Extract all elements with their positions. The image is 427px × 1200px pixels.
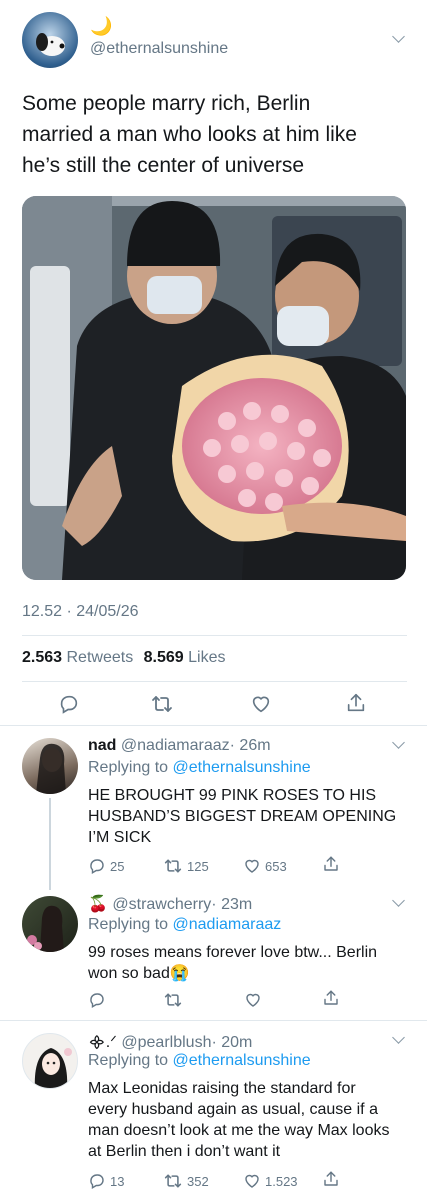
replying-to: Replying to @nadiamaraaz bbox=[88, 916, 281, 934]
photo-illustration bbox=[22, 196, 406, 580]
tweet-text-line: married a man who looks at him like bbox=[22, 123, 357, 146]
divider bbox=[0, 1020, 427, 1021]
replying-to: Replying to @ethernalsunshine bbox=[88, 1052, 311, 1070]
reply-text-line: 99 roses means forever love btw... Berli… bbox=[88, 944, 378, 961]
replying-to-link[interactable]: @ethernalsunshine bbox=[173, 759, 311, 776]
share-icon[interactable] bbox=[345, 692, 367, 714]
reply-name-emoji[interactable]: 🍒 bbox=[88, 896, 108, 913]
reply-text-line: HE BROUGHT 99 PINK ROSES TO HIS bbox=[88, 787, 377, 804]
reply-name-symbol[interactable]: ᯽.ᐟ bbox=[88, 1034, 117, 1051]
retweet-icon[interactable] bbox=[163, 991, 183, 1009]
reply-header: nad @nadiamaraaz· 26m bbox=[88, 737, 271, 755]
retweets-count[interactable]: 2.563 bbox=[22, 649, 62, 666]
replying-prefix: Replying to bbox=[88, 759, 169, 776]
share-icon[interactable] bbox=[322, 989, 340, 1007]
retweet-icon[interactable] bbox=[150, 693, 174, 715]
reply-count: 13 bbox=[110, 1174, 125, 1189]
tweet-text-line: he’s still the center of universe bbox=[22, 154, 305, 177]
divider bbox=[22, 681, 407, 682]
replying-prefix: Replying to bbox=[88, 916, 169, 933]
reply-text-line: won so bad😭 bbox=[88, 963, 377, 984]
share-icon[interactable] bbox=[322, 1170, 340, 1188]
thread-line bbox=[49, 798, 51, 890]
like-icon[interactable] bbox=[250, 693, 272, 715]
chevron-down-icon[interactable] bbox=[392, 736, 405, 749]
reply-text-line: at Berlin then i don’t want it bbox=[88, 1143, 281, 1160]
snoopy-avatar-icon bbox=[36, 33, 65, 56]
user-avatar-icon bbox=[34, 1048, 72, 1088]
reply-avatar[interactable] bbox=[22, 738, 78, 794]
tweet-stats: 2.563 Retweets 8.569 Likes bbox=[22, 649, 226, 667]
retweet-icon[interactable] bbox=[163, 857, 183, 875]
chevron-down-icon[interactable] bbox=[392, 30, 405, 43]
reply-handle[interactable]: @pearlblush bbox=[121, 1034, 211, 1051]
likes-label[interactable]: Likes bbox=[188, 649, 225, 666]
reply-text-line: Max Leonidas raising the standard for bbox=[88, 1080, 356, 1097]
like-count: 653 bbox=[265, 859, 287, 874]
user-avatar-icon bbox=[36, 743, 66, 794]
like-icon[interactable] bbox=[243, 857, 261, 875]
reply-text: HE BROUGHT 99 PINK ROSES TO HIS HUSBAND’… bbox=[88, 785, 396, 848]
reply-time[interactable]: · 20m bbox=[211, 1034, 252, 1051]
replying-to-link[interactable]: @ethernalsunshine bbox=[173, 1052, 311, 1069]
reply-handle[interactable]: @strawcherry bbox=[112, 896, 211, 913]
reply-text: Max Leonidas raising the standard for ev… bbox=[88, 1078, 389, 1162]
reply-text-line: man doesn’t look at me the way Max looks bbox=[88, 1122, 390, 1139]
tweet-text: Some people marry rich, Berlin married a… bbox=[22, 88, 357, 181]
like-icon[interactable] bbox=[244, 991, 262, 1009]
replying-prefix: Replying to bbox=[88, 1052, 169, 1069]
reply-header: 🍒 @strawcherry· 23m bbox=[88, 894, 252, 914]
crying-emoji: 😭 bbox=[169, 965, 190, 982]
reply-text-line: every husband again as usual, cause if a bbox=[88, 1101, 378, 1118]
reply-time[interactable]: · 26m bbox=[230, 737, 271, 754]
tweet-timestamp[interactable]: 12.52 · 24/05/26 bbox=[22, 603, 139, 621]
likes-count[interactable]: 8.569 bbox=[144, 649, 184, 666]
reply-icon[interactable] bbox=[58, 693, 80, 715]
reply-text: 99 roses means forever love btw... Berli… bbox=[88, 942, 377, 984]
reply-avatar[interactable] bbox=[22, 1033, 78, 1089]
reply-count: 25 bbox=[110, 859, 125, 874]
reply-header: ᯽.ᐟ @pearlblush· 20m bbox=[88, 1030, 252, 1052]
chevron-down-icon[interactable] bbox=[392, 894, 405, 907]
author-handle[interactable]: @ethernalsunshine bbox=[90, 40, 228, 58]
reply-handle[interactable]: @nadiamaraaz bbox=[121, 737, 230, 754]
like-count: 1.523 bbox=[265, 1174, 298, 1189]
author-name-emoji: 🌙 bbox=[90, 16, 113, 36]
chevron-down-icon[interactable] bbox=[392, 1031, 405, 1044]
reply-time[interactable]: · 23m bbox=[211, 896, 252, 913]
divider bbox=[22, 635, 407, 636]
replying-to: Replying to @ethernalsunshine bbox=[88, 759, 311, 777]
like-icon[interactable] bbox=[243, 1172, 261, 1190]
retweet-count: 125 bbox=[187, 859, 209, 874]
replying-to-link[interactable]: @nadiamaraaz bbox=[173, 916, 282, 933]
reply-text-line: I’M SICK bbox=[88, 829, 152, 846]
retweets-label[interactable]: Retweets bbox=[67, 649, 134, 666]
reply-icon[interactable] bbox=[88, 857, 106, 875]
retweet-icon[interactable] bbox=[163, 1172, 183, 1190]
tweet-photo[interactable] bbox=[22, 196, 406, 580]
reply-icon[interactable] bbox=[88, 991, 106, 1009]
reply-text-line: HUSBAND’S BIGGEST DREAM OPENING bbox=[88, 808, 397, 825]
reply-name[interactable]: nad bbox=[88, 737, 116, 754]
retweet-count: 352 bbox=[187, 1174, 209, 1189]
author-avatar[interactable] bbox=[22, 12, 78, 68]
reply-avatar[interactable] bbox=[22, 896, 78, 952]
divider bbox=[0, 725, 427, 726]
user-avatar-icon bbox=[27, 905, 64, 952]
share-icon[interactable] bbox=[322, 855, 340, 873]
reply-icon[interactable] bbox=[88, 1172, 106, 1190]
reply-text-segment: won so bad bbox=[88, 965, 170, 982]
tweet-text-line: Some people marry rich, Berlin bbox=[22, 92, 311, 115]
